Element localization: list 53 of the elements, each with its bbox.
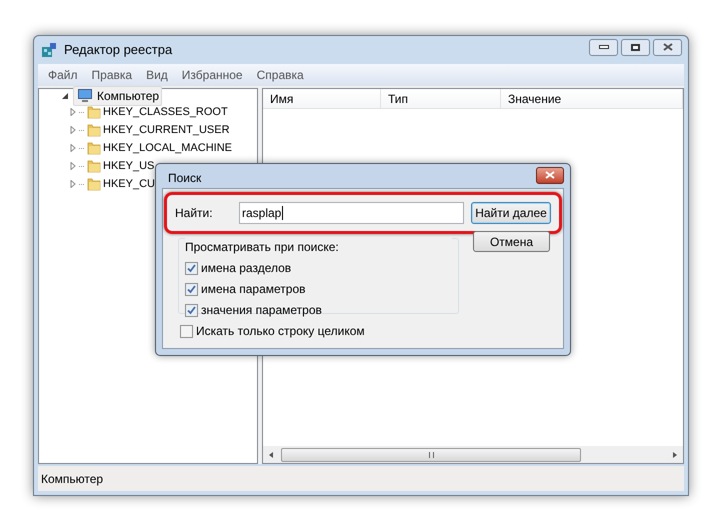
expand-arrow-icon[interactable] bbox=[69, 162, 77, 170]
dialog-title: Поиск bbox=[168, 170, 202, 187]
column-header[interactable]: Тип bbox=[381, 89, 501, 108]
checkbox-label: Искать только строку целиком bbox=[196, 323, 365, 340]
window-title: Редактор реестра bbox=[64, 41, 172, 60]
checkbox[interactable] bbox=[185, 304, 198, 316]
cancel-button[interactable]: Отмена bbox=[472, 231, 550, 252]
checkmark-icon bbox=[187, 264, 196, 272]
close-button[interactable] bbox=[536, 166, 564, 184]
tree-item[interactable]: HKEY_LOCAL_MACHINE bbox=[103, 140, 232, 156]
maximize-button[interactable] bbox=[621, 38, 650, 56]
checkbox[interactable] bbox=[185, 282, 198, 296]
checkbox-label: имена параметров bbox=[201, 281, 306, 298]
expand-arrow-icon[interactable] bbox=[69, 108, 77, 116]
menu-item[interactable]: Правка bbox=[92, 66, 132, 84]
menu-item[interactable]: Справка bbox=[256, 66, 304, 84]
menu-item[interactable]: Вид bbox=[146, 66, 168, 84]
status-text: Компьютер bbox=[41, 470, 104, 488]
expand-arrow-icon[interactable] bbox=[69, 180, 77, 188]
group-label: Просматривать при поиске: bbox=[185, 238, 452, 256]
find-label: Найти: bbox=[175, 205, 214, 222]
folder-icon bbox=[86, 122, 102, 138]
folder-icon bbox=[86, 104, 102, 120]
app-icon bbox=[40, 41, 58, 59]
collapse-arrow-icon[interactable] bbox=[61, 92, 69, 100]
close-icon bbox=[662, 43, 672, 51]
checkbox[interactable] bbox=[180, 324, 193, 338]
tree-item[interactable]: HKEY_CLASSES_ROOT bbox=[103, 104, 228, 120]
menu-item[interactable]: Файл bbox=[48, 66, 78, 84]
tree-item[interactable]: HKEY_US bbox=[103, 158, 154, 174]
checkbox[interactable] bbox=[185, 262, 198, 274]
expand-arrow-icon[interactable] bbox=[69, 144, 77, 152]
menu-item[interactable]: Избранное bbox=[182, 66, 243, 84]
checkmark-icon bbox=[187, 284, 196, 294]
expand-arrow-icon[interactable] bbox=[69, 126, 77, 134]
checkmark-icon bbox=[187, 306, 196, 314]
folder-icon bbox=[86, 176, 102, 192]
close-button[interactable] bbox=[653, 38, 682, 56]
close-icon bbox=[545, 171, 555, 179]
column-header[interactable]: Имя bbox=[263, 89, 381, 108]
minimize-button[interactable] bbox=[589, 38, 618, 56]
tree-item[interactable]: HKEY_CU bbox=[103, 176, 155, 192]
tree-item[interactable]: Компьютер bbox=[73, 86, 162, 106]
horizontal-scrollbar[interactable] bbox=[263, 446, 683, 463]
folder-icon bbox=[86, 158, 102, 174]
checkbox-label: значения параметров bbox=[201, 302, 322, 319]
column-header[interactable]: Значение bbox=[501, 89, 683, 108]
find-input[interactable]: rasplap bbox=[239, 202, 464, 224]
folder-icon bbox=[86, 140, 102, 156]
computer-icon bbox=[76, 88, 94, 104]
tree-item[interactable]: HKEY_CURRENT_USER bbox=[103, 122, 230, 138]
checkbox-label: имена разделов bbox=[201, 260, 292, 277]
find-next-button[interactable]: Найти далее bbox=[471, 202, 551, 224]
